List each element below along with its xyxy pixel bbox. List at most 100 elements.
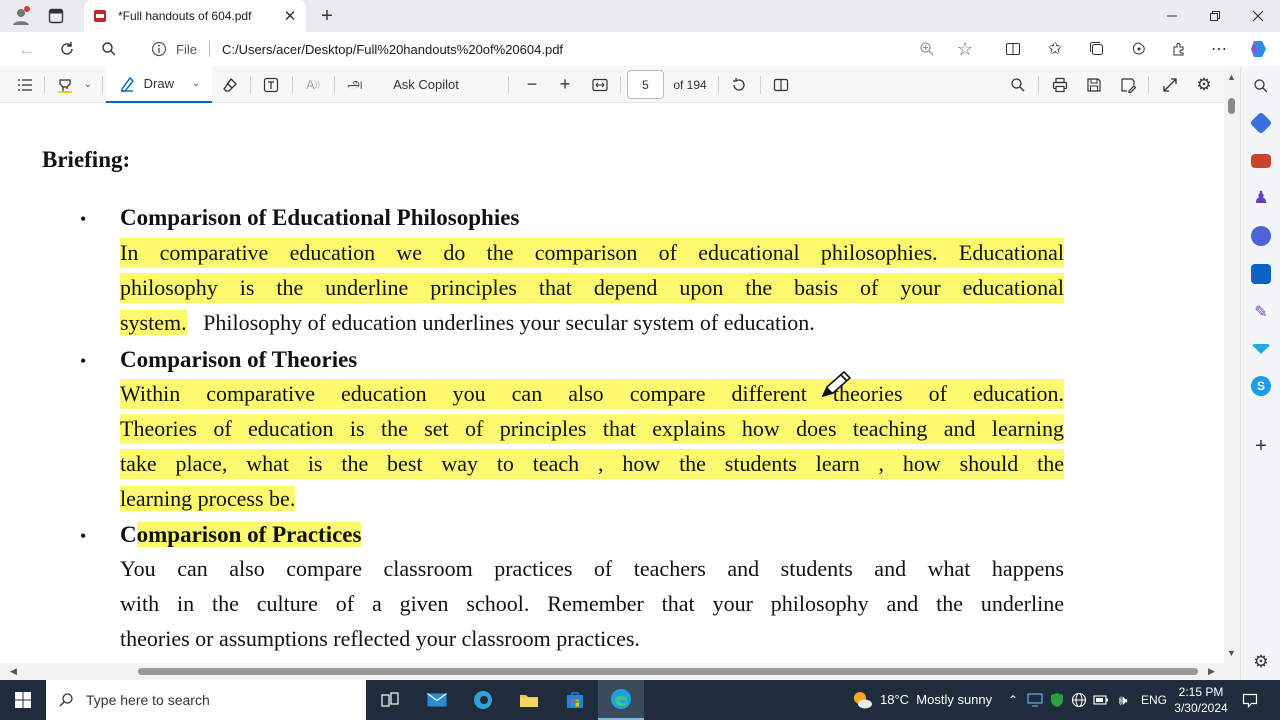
restore-icon[interactable] bbox=[1203, 4, 1227, 28]
read-aloud-icon[interactable]: A)) bbox=[300, 66, 326, 103]
scroll-right-arrow-icon[interactable]: ▶ bbox=[1208, 666, 1215, 677]
scroll-up-arrow-icon[interactable]: ▲ bbox=[1227, 72, 1236, 82]
page-total: of 194 bbox=[670, 66, 710, 103]
tab-pdf[interactable]: *Full handouts of 604.pdf ✕ bbox=[84, 0, 306, 32]
sidebar-tools-icon[interactable] bbox=[1251, 154, 1271, 168]
language-indicator[interactable]: ENG bbox=[1141, 693, 1167, 707]
sidebar-shopping-icon[interactable] bbox=[1249, 111, 1273, 135]
find-icon[interactable] bbox=[1006, 66, 1030, 103]
toolbar-separator bbox=[250, 76, 251, 94]
pdf-viewport[interactable]: Briefing: • Comparison of Educational Ph… bbox=[0, 103, 1224, 663]
eraser-icon[interactable] bbox=[218, 66, 242, 103]
weather-icon[interactable] bbox=[850, 689, 874, 711]
ask-copilot-button[interactable]: Ask Copilot bbox=[384, 66, 468, 103]
sidebar-outlook-icon[interactable] bbox=[1251, 264, 1271, 284]
power-tray-icon[interactable] bbox=[1092, 690, 1110, 710]
fullscreen-icon[interactable] bbox=[1158, 66, 1182, 103]
more-menu-icon[interactable]: ⋯ bbox=[1208, 38, 1230, 60]
address-scheme: File bbox=[176, 41, 197, 57]
mail-icon[interactable] bbox=[414, 680, 460, 720]
zoom-out-icon[interactable]: − bbox=[520, 66, 544, 103]
sidebar-add-icon[interactable]: + bbox=[1251, 435, 1271, 457]
highlight-icon[interactable] bbox=[52, 66, 78, 103]
close-tab-icon[interactable]: ✕ bbox=[282, 8, 298, 25]
back-icon[interactable]: ← bbox=[16, 38, 38, 60]
zoom-in-icon[interactable]: + bbox=[553, 66, 577, 103]
rotate-icon[interactable] bbox=[727, 66, 751, 103]
highlighted-text: system. bbox=[120, 310, 187, 335]
volume-tray-icon[interactable]: 🕪 bbox=[1114, 690, 1132, 710]
clock[interactable]: 2:15 PM 3/30/2024 bbox=[1172, 684, 1230, 716]
add-text-icon[interactable] bbox=[258, 66, 284, 103]
bullet: • bbox=[80, 526, 87, 546]
browser-essentials-icon[interactable] bbox=[1128, 38, 1150, 60]
address-field[interactable]: File C:/Users/acer/Desktop/Full%20handou… bbox=[140, 35, 988, 63]
vertical-scrollbar[interactable]: ▲ ▼ bbox=[1224, 70, 1240, 663]
favorite-star-icon[interactable]: ☆ bbox=[954, 38, 976, 60]
favorites-icon[interactable]: ✩ bbox=[1044, 38, 1066, 60]
close-window-icon[interactable] bbox=[1246, 4, 1270, 28]
split-screen-icon[interactable] bbox=[1002, 38, 1024, 60]
save-as-icon[interactable] bbox=[1116, 66, 1140, 103]
section-heading-theories: Comparison of Theories bbox=[120, 347, 358, 372]
pdf-file-icon bbox=[92, 8, 108, 24]
zoom-icon[interactable] bbox=[916, 38, 938, 60]
heading-highlighted: omparison of Practices bbox=[136, 522, 362, 547]
edge-dev-icon[interactable] bbox=[460, 680, 506, 720]
sidebar-games-icon[interactable]: ♟ bbox=[1251, 188, 1271, 208]
paragraph-line: philosophy is the underline principles t… bbox=[120, 273, 1064, 303]
clock-time: 2:15 PM bbox=[1178, 685, 1224, 699]
toolbar-separator bbox=[620, 76, 621, 94]
settings-gear-icon[interactable]: ⚙ bbox=[1192, 66, 1216, 103]
edge-active-icon[interactable] bbox=[598, 680, 644, 720]
sidebar-settings-icon[interactable]: ⚙ bbox=[1251, 652, 1271, 672]
task-view-icon[interactable] bbox=[367, 680, 413, 720]
globe-tray-icon[interactable] bbox=[1070, 690, 1088, 710]
extensions-icon[interactable] bbox=[1168, 38, 1190, 60]
info-icon[interactable] bbox=[150, 40, 168, 58]
file-explorer-icon[interactable] bbox=[506, 680, 552, 720]
heading-first-letter: C bbox=[120, 522, 137, 547]
save-icon[interactable] bbox=[1082, 66, 1106, 103]
scroll-down-arrow-icon[interactable]: ▼ bbox=[1227, 648, 1236, 658]
refresh-icon[interactable] bbox=[56, 38, 78, 60]
weather-text[interactable]: 18°C Mostly sunny bbox=[880, 692, 992, 707]
horizontal-scrollbar[interactable]: ◀ ▶ bbox=[0, 663, 1240, 680]
scroll-thumb[interactable] bbox=[1228, 98, 1235, 114]
fit-page-icon[interactable] bbox=[588, 66, 612, 103]
chevron-down-icon[interactable]: ⌄ bbox=[80, 66, 96, 103]
scroll-thumb[interactable] bbox=[138, 668, 1198, 675]
draw-button[interactable]: Draw ⌄ bbox=[106, 66, 212, 103]
sidebar-send-icon[interactable] bbox=[1251, 344, 1271, 354]
security-tray-icon[interactable] bbox=[1048, 690, 1066, 710]
copilot-icon[interactable] bbox=[1246, 36, 1272, 62]
sidebar-search-icon[interactable] bbox=[1251, 76, 1271, 96]
sidebar-skype-icon[interactable]: S bbox=[1251, 376, 1271, 396]
collections-icon[interactable] bbox=[1086, 38, 1108, 60]
profile-icon[interactable] bbox=[10, 5, 32, 27]
page-number-input[interactable]: 5 bbox=[627, 70, 664, 99]
toolbar-separator bbox=[334, 76, 335, 94]
windows-start-icon[interactable] bbox=[0, 680, 46, 720]
search-icon[interactable] bbox=[98, 38, 120, 60]
taskbar-search-box[interactable]: Type here to search bbox=[46, 680, 366, 720]
print-icon[interactable] bbox=[1048, 66, 1072, 103]
sidebar-m365-icon[interactable] bbox=[1251, 226, 1271, 246]
clock-date: 3/30/2024 bbox=[1174, 701, 1228, 715]
store-icon[interactable] bbox=[552, 680, 598, 720]
contents-icon[interactable] bbox=[12, 66, 38, 103]
chevron-down-icon[interactable]: ⌄ bbox=[192, 78, 200, 89]
paragraph-line: with in the culture of a given school. R… bbox=[120, 591, 1064, 616]
translate-icon[interactable]: அ bbox=[342, 66, 368, 103]
tab-actions-icon[interactable] bbox=[46, 6, 66, 26]
network-tray-icon[interactable] bbox=[1026, 690, 1044, 710]
minimize-icon[interactable] bbox=[1160, 4, 1184, 28]
sidebar-designer-icon[interactable]: ✎ bbox=[1251, 302, 1271, 322]
page-view-icon[interactable] bbox=[769, 66, 793, 103]
new-tab-icon[interactable]: + bbox=[316, 5, 338, 27]
edge-sidebar: ♟ ✎ S + ⚙ bbox=[1240, 66, 1280, 680]
toolbar-separator bbox=[102, 76, 103, 94]
notifications-icon[interactable] bbox=[1240, 690, 1260, 710]
scroll-left-arrow-icon[interactable]: ◀ bbox=[10, 666, 17, 677]
chevron-up-icon[interactable]: ⌃ bbox=[1006, 690, 1020, 710]
